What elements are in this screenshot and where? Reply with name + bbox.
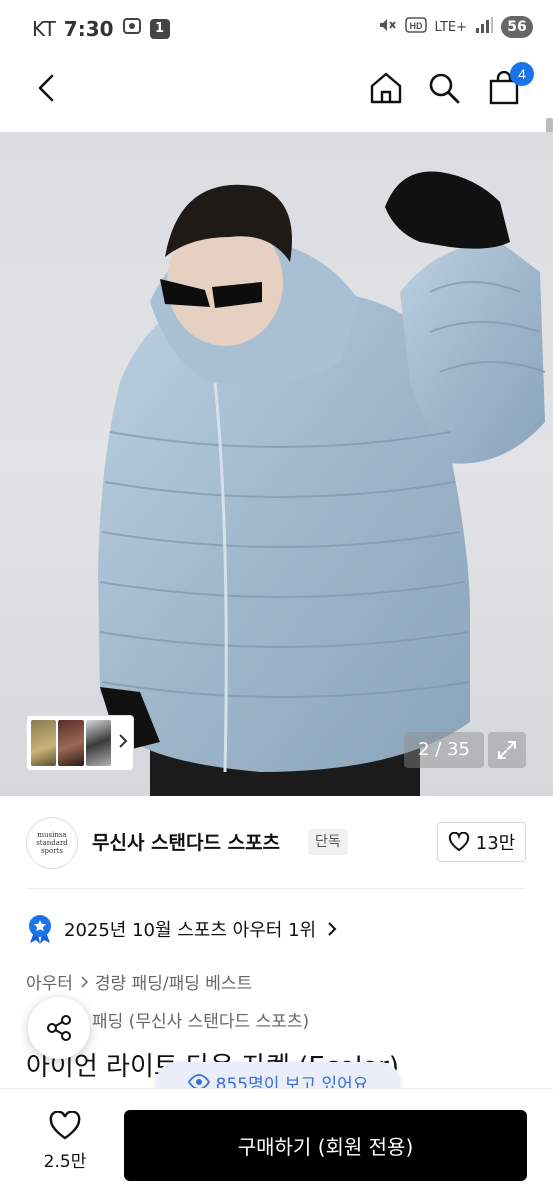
battery-level: 56 (501, 16, 533, 38)
heart-icon (448, 832, 469, 852)
back-arrow-icon (38, 74, 54, 102)
ranking-link[interactable]: 2025년 10월 스포츠 아우터 1위 (26, 914, 338, 944)
wishlist-button[interactable]: 2.5만 (30, 1111, 100, 1172)
breadcrumb-category-1[interactable]: 아우터 (26, 969, 73, 994)
share-icon (47, 1015, 71, 1041)
ranking-text: 2025년 10월 스포츠 아우터 1위 (64, 920, 317, 941)
product-image-gallery[interactable]: 2 / 35 (0, 132, 553, 796)
brand-logo[interactable]: musinsa standard sports (26, 817, 78, 869)
exclusive-badge: 단독 (308, 829, 348, 855)
thumbnail-strip[interactable] (26, 715, 134, 771)
status-left: KT 7:30 1 (32, 16, 170, 41)
image-counter: 2 / 35 (404, 732, 484, 768)
network-type: LTE+ (434, 19, 468, 35)
carrier-label: KT (32, 16, 56, 41)
brand-logo-line-3: sports (40, 847, 64, 855)
ranking-medal-icon (29, 915, 51, 944)
thumbnail-2[interactable] (58, 720, 84, 766)
thumbnail-1[interactable] (31, 720, 57, 766)
breadcrumb-category-2[interactable]: 경량 패딩/패딩 베스트 (95, 969, 252, 994)
divider (26, 888, 526, 889)
mute-icon (377, 15, 397, 39)
expand-icon (498, 741, 516, 759)
brand-logo-line-1: musinsa (37, 831, 67, 839)
product-photo (98, 171, 546, 796)
screenshot-icon (122, 16, 142, 41)
back-button[interactable] (26, 68, 66, 108)
heart-icon (49, 1111, 81, 1140)
thumbnail-3[interactable] (85, 720, 111, 766)
brand-row: musinsa standard sports 무신사 스탠다드 스포츠 단독 … (0, 796, 553, 888)
cart-button[interactable]: 4 (484, 62, 534, 108)
status-bar: KT 7:30 1 HD LTE+ 56 (0, 0, 553, 56)
clock: 7:30 (63, 16, 114, 41)
status-right: HD LTE+ 56 (377, 15, 533, 39)
svg-text:HD: HD (409, 21, 422, 31)
chevron-right-icon (328, 922, 337, 936)
cart-count-badge: 4 (510, 62, 534, 86)
buy-button[interactable]: 구매하기 (회원 전용) (124, 1110, 527, 1181)
home-button[interactable] (366, 68, 406, 108)
notification-count-badge: 1 (149, 18, 170, 39)
search-button[interactable] (424, 68, 464, 108)
brand-like-count: 13만 (475, 833, 516, 854)
brand-name[interactable]: 무신사 스탠다드 스포츠 (92, 828, 280, 855)
top-navigation: 4 (0, 56, 553, 174)
signal-icon (475, 16, 493, 38)
chevron-right-icon (81, 975, 89, 988)
breadcrumb: 아우터 경량 패딩/패딩 베스트 (26, 969, 252, 994)
search-icon (429, 73, 460, 104)
brand-like-button[interactable]: 13만 (437, 822, 526, 862)
expand-image-button[interactable] (488, 732, 526, 768)
wishlist-count: 2.5만 (43, 1152, 87, 1172)
chevron-right-icon[interactable] (117, 733, 129, 753)
home-icon (370, 72, 402, 104)
hd-icon: HD (404, 16, 427, 38)
share-button[interactable] (28, 997, 90, 1059)
brand-category-label: 패딩 (무신사 스탠다드 스포츠) (92, 1012, 310, 1032)
brand-logo-line-2: standard (36, 839, 68, 847)
bottom-action-bar: 2.5만 구매하기 (회원 전용) (0, 1088, 553, 1200)
